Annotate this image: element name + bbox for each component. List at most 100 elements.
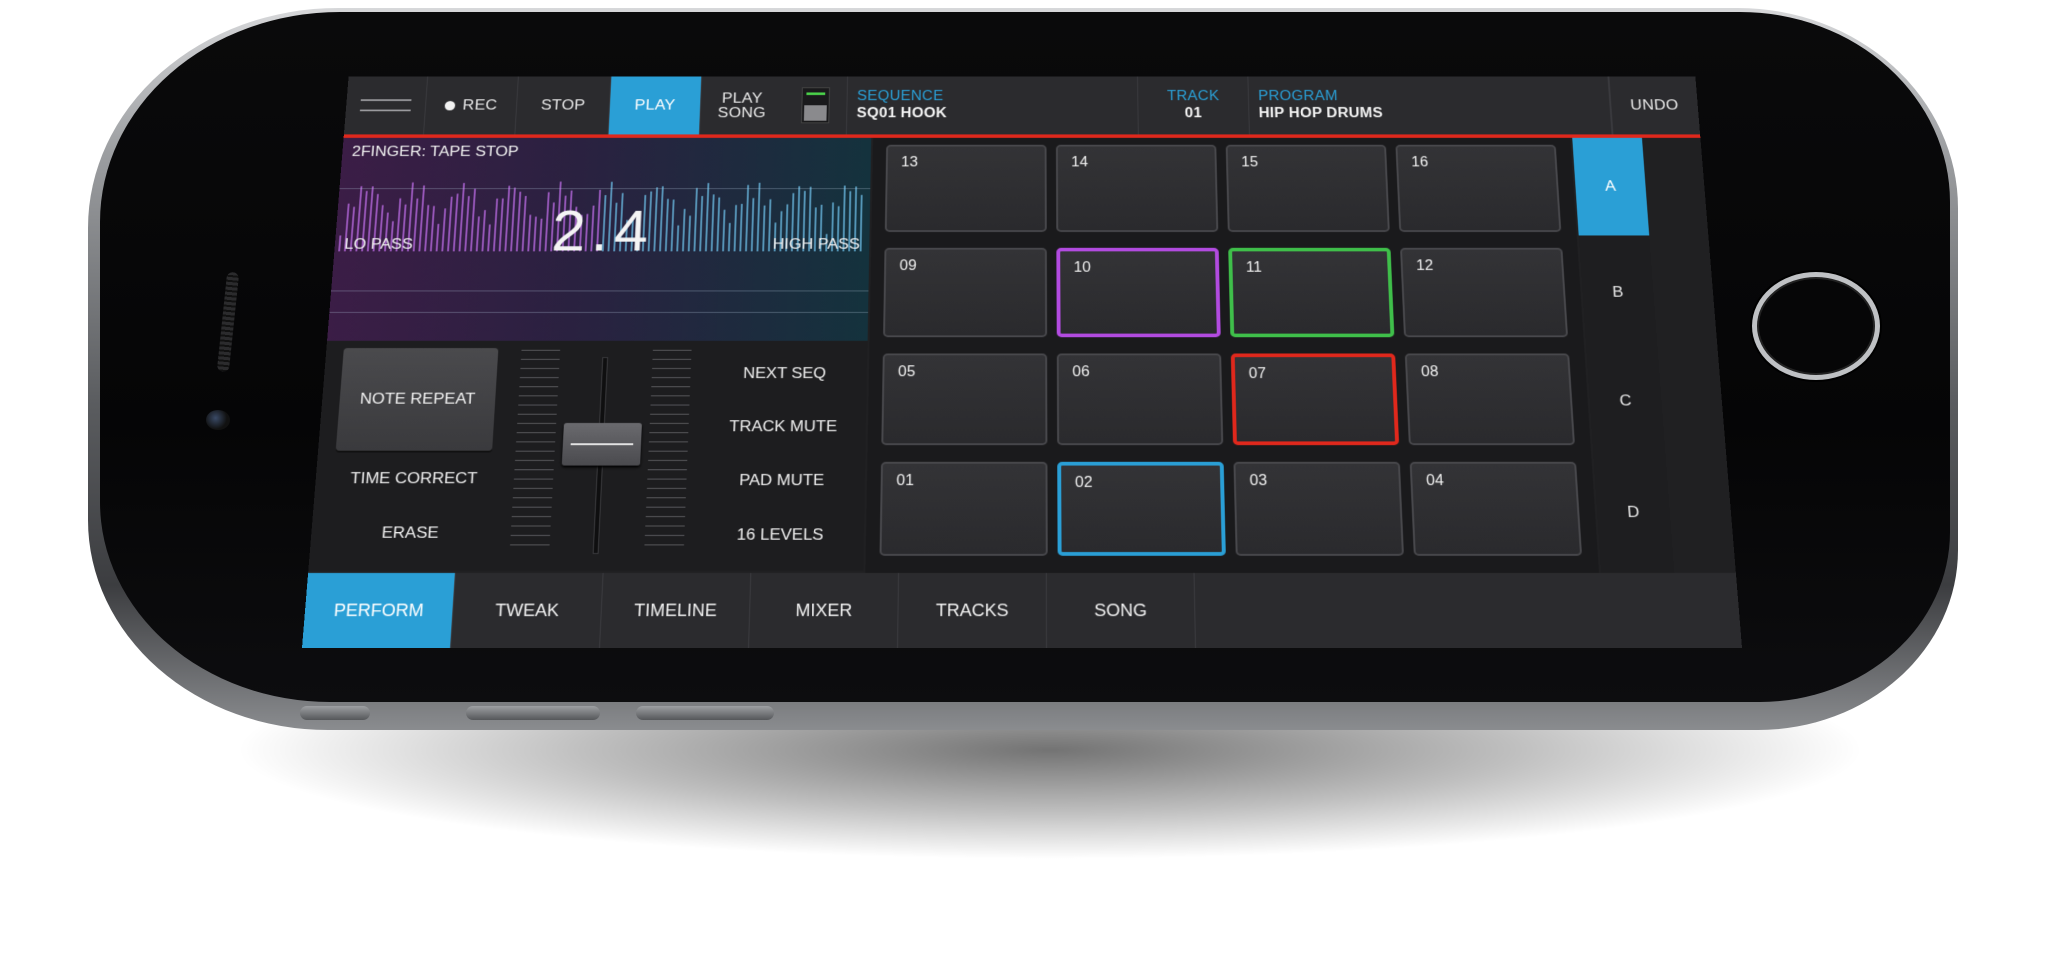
- erase-button[interactable]: ERASE: [320, 524, 499, 543]
- play-song-line2: SONG: [717, 105, 766, 120]
- pad-number: 03: [1249, 473, 1267, 490]
- waveform-bar: [499, 198, 504, 251]
- track-value: 01: [1185, 106, 1203, 121]
- pad-number: 02: [1075, 475, 1093, 492]
- waveform-bar: [756, 183, 760, 252]
- xy-grid-line: [329, 312, 868, 313]
- fader-handle[interactable]: [562, 423, 642, 466]
- drum-pad-16[interactable]: 16: [1395, 145, 1561, 232]
- drum-pad-05[interactable]: 05: [881, 353, 1047, 445]
- waveform-bar: [516, 192, 521, 252]
- drum-pad-grid: 13 14 15 16 09 10 11 12 05 06 07 08 01 02 03 04: [865, 138, 1599, 573]
- waveform-bar: [447, 197, 453, 252]
- xy-value-readout: 2.4: [525, 199, 681, 264]
- waveform-bar: [751, 198, 755, 251]
- phone-home-button[interactable]: [1752, 272, 1880, 380]
- phone-camera: [206, 410, 230, 430]
- level-fader[interactable]: [497, 350, 703, 564]
- bank-a-button[interactable]: A: [1572, 138, 1649, 236]
- waveform-bar: [436, 224, 440, 251]
- pad-number: 08: [1421, 364, 1439, 380]
- waveform-bar: [716, 197, 720, 251]
- drum-pad-12[interactable]: 12: [1400, 248, 1568, 337]
- program-selector[interactable]: PROGRAM HIP HOP DRUMS: [1248, 76, 1612, 134]
- undo-button[interactable]: UNDO: [1608, 76, 1700, 134]
- waveform-bar: [688, 216, 691, 252]
- drum-pad-06[interactable]: 06: [1057, 353, 1223, 445]
- drum-pad-09[interactable]: 09: [883, 248, 1047, 337]
- waveform-bar: [481, 210, 486, 251]
- play-song-toggle-icon: [801, 87, 830, 123]
- program-value: HIP HOP DRUMS: [1259, 106, 1384, 121]
- waveform-bar: [510, 188, 516, 252]
- waveform-bar: [734, 205, 737, 251]
- xy-mode-title: 2FINGER: TAPE STOP: [351, 143, 519, 160]
- drum-pad-14[interactable]: 14: [1056, 145, 1218, 232]
- waveform-bar: [459, 183, 465, 251]
- drum-pad-01[interactable]: 01: [880, 462, 1048, 556]
- pad-mute-button[interactable]: PAD MUTE: [708, 471, 856, 490]
- waveform-bar: [762, 205, 765, 251]
- waveform-bar: [711, 194, 715, 251]
- stop-button[interactable]: STOP: [515, 76, 611, 134]
- record-dot-icon: [445, 101, 456, 110]
- sequence-label: SEQUENCE: [857, 89, 944, 104]
- tab-tweak[interactable]: TWEAK: [451, 573, 604, 648]
- waveform-bar: [768, 199, 771, 251]
- sequence-selector[interactable]: SEQUENCE SQ01 HOOK: [847, 76, 1139, 134]
- pad-number: 12: [1416, 258, 1434, 274]
- sequence-value: SQ01 HOOK: [857, 106, 947, 121]
- note-repeat-button[interactable]: NOTE REPEAT: [336, 348, 499, 451]
- drum-pad-04[interactable]: 04: [1410, 462, 1582, 556]
- bank-d-button[interactable]: D: [1594, 460, 1674, 565]
- track-label: TRACK: [1167, 89, 1220, 104]
- waveform-bar: [424, 205, 429, 251]
- menu-icon[interactable]: [344, 76, 428, 134]
- waveform-bar: [699, 196, 703, 251]
- phone-volume-up-button: [466, 706, 600, 720]
- tab-tracks[interactable]: TRACKS: [898, 573, 1047, 648]
- waveform-bar: [476, 216, 480, 251]
- waveform-bar: [722, 210, 725, 252]
- tab-song[interactable]: SONG: [1047, 573, 1196, 648]
- sixteen-levels-button[interactable]: 16 LEVELS: [706, 526, 855, 545]
- app-screen: REC STOP PLAY PLAY SONG SEQUENCE SQ01 HO…: [302, 76, 1742, 648]
- tab-mixer[interactable]: MIXER: [749, 573, 899, 648]
- phone-volume-down-button: [636, 706, 774, 720]
- drum-pad-08[interactable]: 08: [1405, 353, 1575, 445]
- pad-number: 13: [901, 155, 918, 171]
- track-mute-button[interactable]: TRACK MUTE: [710, 417, 857, 435]
- waveform-bar: [430, 206, 435, 251]
- drum-pad-15[interactable]: 15: [1226, 145, 1390, 232]
- drum-pad-10[interactable]: 10: [1056, 248, 1220, 337]
- drum-pad-03[interactable]: 03: [1233, 462, 1404, 556]
- bank-c-button[interactable]: C: [1586, 350, 1665, 453]
- tab-timeline[interactable]: TIMELINE: [600, 573, 751, 648]
- drum-pad-02[interactable]: 02: [1057, 462, 1226, 556]
- transport-bar: REC STOP PLAY PLAY SONG SEQUENCE SQ01 HO…: [344, 76, 1701, 138]
- waveform-bar: [441, 208, 446, 251]
- high-pass-label: HIGH PASS: [772, 235, 860, 253]
- waveform-bar: [728, 223, 731, 251]
- pad-number: 01: [896, 473, 914, 490]
- track-selector[interactable]: TRACK 01: [1138, 76, 1250, 134]
- drum-pad-13[interactable]: 13: [885, 145, 1047, 232]
- pad-number: 07: [1249, 366, 1267, 382]
- play-song-label: PLAY SONG: [717, 91, 766, 120]
- pad-number: 10: [1074, 260, 1091, 276]
- drum-pad-11[interactable]: 11: [1228, 248, 1394, 337]
- pad-number: 09: [899, 258, 916, 274]
- time-correct-button[interactable]: TIME CORRECT: [325, 469, 503, 488]
- lo-pass-label: LO PASS: [344, 235, 414, 253]
- bank-b-button[interactable]: B: [1579, 243, 1657, 343]
- play-song-button[interactable]: PLAY SONG: [700, 76, 848, 134]
- drum-pad-07[interactable]: 07: [1231, 353, 1399, 445]
- waveform-bar: [418, 185, 425, 251]
- xy-grid-line: [331, 291, 868, 292]
- rec-button[interactable]: REC: [424, 76, 519, 134]
- tab-perform[interactable]: PERFORM: [302, 573, 456, 648]
- xy-filter-pad[interactable]: 2FINGER: TAPE STOP LO PASS HIGH PASS 2.4: [327, 138, 871, 341]
- play-button[interactable]: PLAY: [609, 76, 703, 134]
- waveform-bar: [682, 209, 686, 251]
- next-seq-button[interactable]: NEXT SEQ: [712, 364, 858, 382]
